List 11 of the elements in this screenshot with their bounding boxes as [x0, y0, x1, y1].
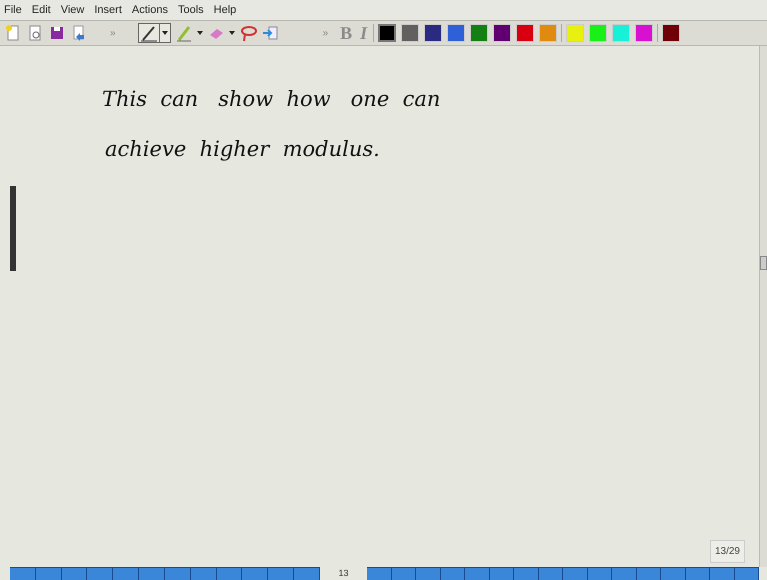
menu-item[interactable]: Edit [32, 2, 51, 18]
menu-item[interactable]: Tools [178, 2, 204, 18]
page-number: 13 [337, 566, 350, 580]
menu-item[interactable]: Actions [132, 2, 168, 18]
handwritten-text: This can show how one can [102, 86, 442, 113]
menu-item[interactable]: File [4, 2, 22, 18]
menu-item[interactable]: View [60, 2, 84, 18]
menu-item[interactable]: Insert [94, 2, 122, 18]
page-counter: 13/29 [710, 540, 745, 563]
menu-item[interactable]: Help [214, 2, 236, 18]
handwritten-text: achieve higher modulus. [104, 136, 381, 163]
